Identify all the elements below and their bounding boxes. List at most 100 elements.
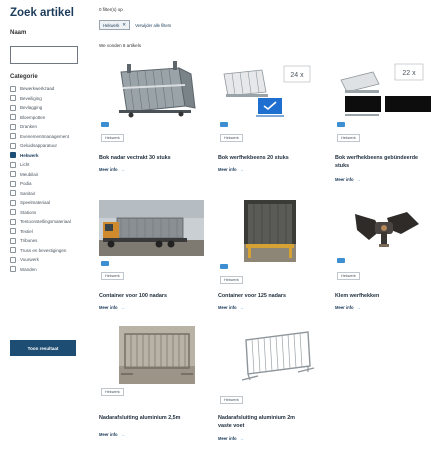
checkbox[interactable] [10,114,16,121]
category-item[interactable]: Stations [10,208,71,218]
container-125-image [244,200,296,262]
more-info-label: Meer info [99,432,118,437]
category-item[interactable]: Meubilair [10,170,71,180]
category-item[interactable]: Beveiliging [10,94,71,104]
product-image[interactable] [99,200,204,256]
checkbox[interactable] [10,237,16,244]
checkbox[interactable] [10,266,16,273]
category-item[interactable]: Tentoonstellingsmateriaal [10,217,71,227]
category-list: Bewerkwerkzaad Beveiliging Bevlagging Bl… [10,84,71,274]
category-item[interactable]: Wanden [10,265,71,275]
more-info-link[interactable]: Meer info → [99,167,125,172]
category-item[interactable]: Bloempotten [10,113,71,123]
product-title[interactable]: Nadarafsluiting aluminium 2,5m [99,414,217,422]
category-tag: Hekwerk [101,388,124,396]
category-item[interactable]: Licht [10,160,71,170]
product-title[interactable]: Klem werfhekken [335,292,439,300]
close-icon[interactable]: ✕ [122,22,126,28]
more-info-link[interactable]: Meer info → [99,432,125,437]
product-image[interactable]: 24 x [218,58,323,120]
arrow-right-icon: → [239,436,244,441]
more-info-label: Meer info [218,436,237,441]
checkbox-checked[interactable] [10,152,16,159]
tag-icon [220,122,228,127]
product-title[interactable]: Bok nadar vectrakt 30 stuks [99,154,211,162]
more-info-link[interactable]: Meer info → [218,305,244,310]
category-item[interactable]: Speelmateriaal [10,198,71,208]
category-item[interactable]: Evenementmanagement [10,132,71,142]
filter-chip-hekwerk[interactable]: Hekwerk ✕ [99,20,131,30]
show-results-button[interactable]: Toon resultaat [10,340,76,356]
category-item-label: Tentoonstellingsmateriaal [20,219,71,225]
product-image[interactable] [244,200,296,262]
checkbox[interactable] [10,247,16,254]
arrow-right-icon: → [239,305,244,310]
product-image[interactable] [238,326,316,386]
checkbox[interactable] [10,133,16,140]
product-image[interactable]: 22 x [335,58,435,120]
checkbox[interactable] [10,104,16,111]
category-item[interactable]: Podia [10,179,71,189]
name-search-input[interactable] [10,46,78,64]
category-item-label: Bewerkwerkzaad [20,86,55,92]
product-title[interactable]: Bok werfhekbeens gebündeerde stuks [335,154,439,170]
product-title[interactable]: Container voor 125 nadars [218,292,330,300]
more-info-label: Meer info [335,177,354,182]
quantity-overlay: 22 x [402,70,416,77]
checkbox[interactable] [10,190,16,197]
category-item-label: Evenementmanagement [20,133,70,139]
category-item-label: Stations [20,209,37,215]
category-item[interactable]: Vuurwerk [10,255,71,265]
category-item[interactable]: Sanitair [10,189,71,199]
category-item[interactable]: Geluidsapparatuur [10,141,71,151]
container-truck-image [99,200,204,256]
more-info-link[interactable]: Meer info → [335,177,361,182]
product-title-line: Container voor 125 nadars [218,293,287,299]
sidebar-title: Zoek artikel [10,7,74,19]
checkbox[interactable] [10,142,16,149]
checkbox[interactable] [10,218,16,225]
category-item-label: Dranken [20,124,38,130]
category-item[interactable]: Bevlagging [10,103,71,113]
arrow-right-icon: → [239,167,244,172]
category-item[interactable]: Bewerkwerkzaad [10,84,71,94]
product-image[interactable] [119,326,195,384]
checkbox[interactable] [10,180,16,187]
more-info-link[interactable]: Meer info → [99,305,125,310]
product-image[interactable] [99,58,204,120]
checkbox[interactable] [10,161,16,168]
nadar-fixed-foot-image [238,326,316,386]
category-item[interactable]: Truss en bevestigingen [10,246,71,256]
category-item-label: Beveiliging [20,95,42,101]
category-item[interactable]: Textiel [10,227,71,237]
category-item-label: Geluidsapparatuur [20,143,58,149]
checkbox[interactable] [10,85,16,92]
category-item-label: Vuurwerk [20,257,39,263]
product-title-line: Nadarafsluiting aluminium 2,5m [99,415,181,421]
arrow-right-icon: → [120,305,125,310]
quantity-overlay: 24 x [290,72,304,79]
more-info-link[interactable]: Meer info → [218,167,244,172]
category-item[interactable]: Tribunes [10,236,71,246]
checkbox[interactable] [10,228,16,235]
category-item-hekwerk[interactable]: Hekwerk [10,151,71,161]
product-image[interactable] [335,200,435,256]
category-tag: Hekwerk [220,134,243,142]
category-item[interactable]: Dranken [10,122,71,132]
tag-icon [220,264,228,269]
product-title[interactable]: Nadarafsluiting aluminium 2m vaste voet [218,414,336,430]
checkbox[interactable] [10,209,16,216]
more-info-link[interactable]: Meer info → [335,305,361,310]
clear-filters-link[interactable]: Verwijder alle filters [135,23,171,28]
more-info-link[interactable]: Meer info → [218,436,244,441]
product-title[interactable]: Container voor 100 nadars [99,292,211,300]
checkbox[interactable] [10,171,16,178]
category-item-label: Tribunes [20,238,38,244]
checkbox[interactable] [10,95,16,102]
checkbox[interactable] [10,123,16,130]
checkbox[interactable] [10,256,16,263]
more-info-label: Meer info [99,305,118,310]
product-title[interactable]: Bok werfhekbeens 20 stuks [218,154,330,162]
nadar-rack-image [99,58,204,120]
checkbox[interactable] [10,199,16,206]
